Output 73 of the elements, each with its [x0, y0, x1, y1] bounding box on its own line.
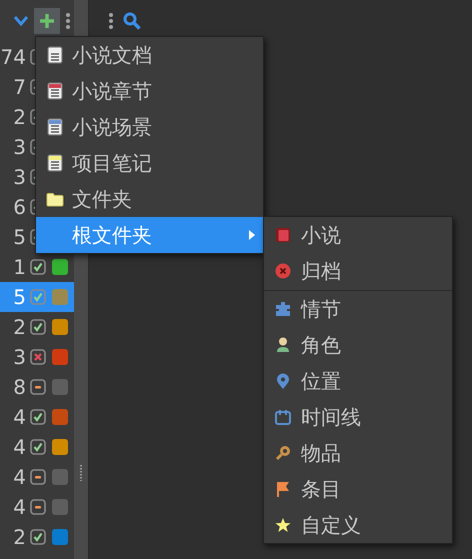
menu-item[interactable]: 根文件夹: [36, 217, 263, 253]
row-label: 5: [12, 285, 26, 309]
menu-item[interactable]: 条目: [264, 471, 452, 507]
checkbox[interactable]: [30, 439, 46, 455]
row-label: 6: [12, 195, 26, 219]
chevron-down-icon[interactable]: [14, 16, 28, 26]
row-label: 2: [12, 525, 26, 549]
tree-row[interactable]: 2: [0, 522, 74, 552]
row-label: 5: [12, 225, 26, 249]
star-icon: [275, 517, 291, 533]
tree-row[interactable]: 4: [0, 462, 74, 492]
calendar-icon: [275, 409, 291, 425]
menu-item[interactable]: 位置: [264, 363, 452, 399]
checkbox[interactable]: [30, 319, 46, 335]
tree-row[interactable]: 5: [0, 282, 74, 312]
more-icon[interactable]: [109, 13, 113, 29]
row-label: 1: [12, 255, 26, 279]
key-icon: [275, 445, 291, 461]
map-pin-icon: [276, 372, 290, 390]
tree-row[interactable]: 3: [0, 342, 74, 372]
menu-item[interactable]: 归档: [264, 253, 452, 289]
row-label: 4: [12, 465, 26, 489]
row-label: 4: [12, 405, 26, 429]
row-label: 2: [12, 105, 26, 129]
document-icon: [47, 154, 63, 172]
cross-circle-icon: [275, 263, 291, 279]
search-icon[interactable]: [123, 12, 141, 30]
more-icon[interactable]: [66, 13, 70, 29]
checkbox[interactable]: [30, 289, 46, 305]
row-label: 3: [12, 345, 26, 369]
menu-item[interactable]: 小说章节: [36, 73, 263, 109]
menu-item[interactable]: 物品: [264, 435, 452, 471]
book-icon: [275, 227, 291, 243]
menu-item[interactable]: 小说文档: [36, 37, 263, 73]
row-label: 4: [12, 495, 26, 519]
tree-row[interactable]: 4: [0, 432, 74, 462]
menu-item[interactable]: 文件夹: [36, 181, 263, 217]
flag-icon: [276, 481, 290, 497]
caret-icon: [249, 230, 255, 240]
folder-icon: [46, 192, 64, 206]
person-icon: [276, 337, 290, 353]
menu-item[interactable]: 项目笔记: [36, 145, 263, 181]
row-label: 2: [12, 315, 26, 339]
plus-icon: [39, 13, 55, 29]
row-label: 8: [12, 375, 26, 399]
menu-item[interactable]: 情节: [264, 291, 452, 327]
menu-item[interactable]: 自定义: [264, 507, 452, 543]
checkbox[interactable]: [30, 529, 46, 545]
tree-row[interactable]: 4: [0, 402, 74, 432]
checkbox[interactable]: [30, 259, 46, 275]
row-label: 4: [12, 435, 26, 459]
checkbox[interactable]: [30, 379, 46, 395]
document-icon: [47, 82, 63, 100]
tree-row[interactable]: 1: [0, 252, 74, 282]
puzzle-icon: [275, 301, 291, 317]
checkbox[interactable]: [30, 469, 46, 485]
checkbox[interactable]: [30, 349, 46, 365]
add-button[interactable]: [34, 8, 60, 34]
row-label: 3: [12, 165, 26, 189]
tree-row[interactable]: 4: [0, 492, 74, 522]
checkbox[interactable]: [30, 409, 46, 425]
menu-item[interactable]: 角色: [264, 327, 452, 363]
checkbox[interactable]: [30, 499, 46, 515]
row-label: 7: [12, 75, 26, 99]
row-label: 74: [0, 45, 26, 69]
tree-row[interactable]: 8: [0, 372, 74, 402]
document-icon: [47, 46, 63, 64]
row-label: 3: [12, 135, 26, 159]
menu-item[interactable]: 小说: [264, 217, 452, 253]
tree-row[interactable]: 2: [0, 312, 74, 342]
document-icon: [47, 118, 63, 136]
menu-item[interactable]: 时间线: [264, 399, 452, 435]
menu-item[interactable]: 小说场景: [36, 109, 263, 145]
